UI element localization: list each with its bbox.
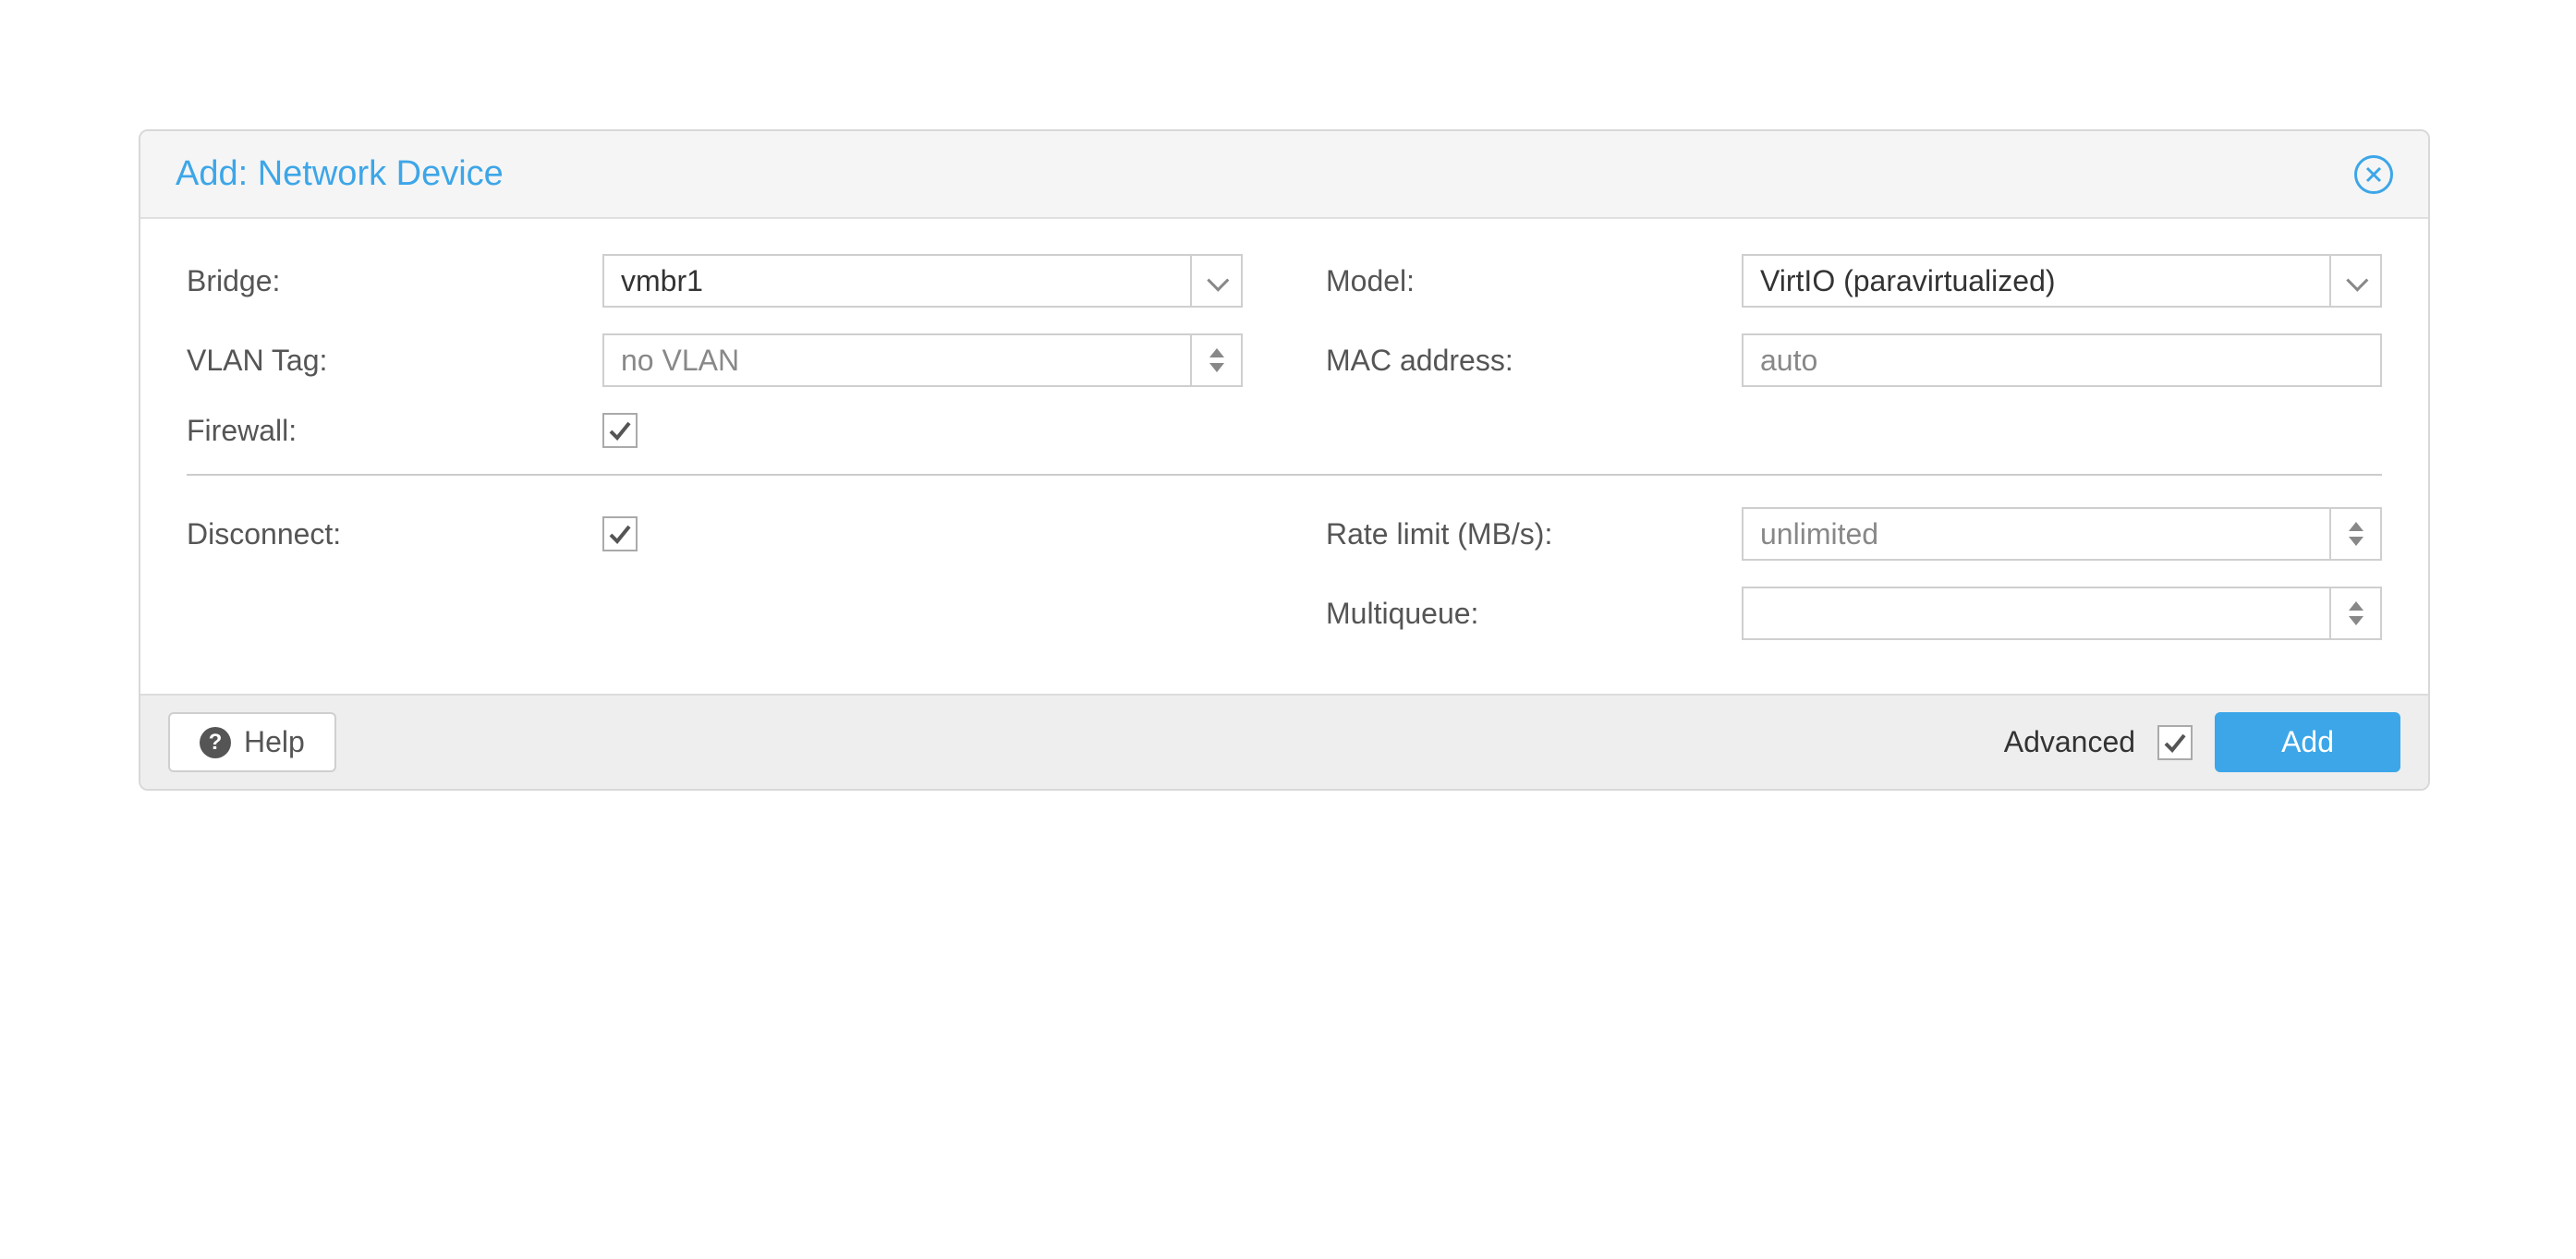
vlan-input[interactable] [621, 344, 1224, 378]
add-button[interactable]: Add [2215, 712, 2400, 772]
mac-label: MAC address: [1326, 344, 1742, 378]
dialog-body: Bridge: Model: [140, 219, 2428, 694]
chevron-down-icon [1208, 275, 1226, 286]
close-button[interactable] [2354, 155, 2393, 194]
multiqueue-spinner[interactable] [1742, 587, 2382, 640]
help-icon: ? [200, 727, 231, 758]
model-input[interactable] [1760, 264, 2363, 298]
dialog-header: Add: Network Device [140, 131, 2428, 219]
mac-input[interactable] [1760, 344, 2363, 378]
bridge-dropdown-trigger[interactable] [1190, 256, 1241, 306]
multiqueue-label: Multiqueue: [1326, 597, 1742, 631]
vlan-spinner[interactable] [602, 333, 1243, 387]
rate-label: Rate limit (MB/s): [1326, 517, 1742, 551]
add-network-device-dialog: Add: Network Device Bridge: [139, 129, 2430, 791]
spinner-arrows-icon [1209, 348, 1224, 372]
model-label: Model: [1326, 264, 1742, 298]
checkmark-icon [608, 522, 632, 546]
vlan-label: VLAN Tag: [187, 344, 602, 378]
dialog-footer: ? Help Advanced Add [140, 694, 2428, 789]
rate-input[interactable] [1760, 517, 2363, 551]
multiqueue-spinner-trigger[interactable] [2329, 588, 2380, 638]
mac-field[interactable] [1742, 333, 2382, 387]
chevron-down-icon [2347, 275, 2365, 286]
bridge-combobox[interactable] [602, 254, 1243, 308]
advanced-checkbox[interactable] [2157, 725, 2193, 760]
spinner-arrows-icon [2349, 522, 2363, 546]
checkmark-icon [608, 418, 632, 442]
help-button-label: Help [244, 725, 305, 759]
bridge-label: Bridge: [187, 264, 602, 298]
model-dropdown-trigger[interactable] [2329, 256, 2380, 306]
multiqueue-input[interactable] [1760, 597, 2363, 631]
close-icon [2364, 165, 2383, 184]
disconnect-label: Disconnect: [187, 517, 602, 551]
model-combobox[interactable] [1742, 254, 2382, 308]
rate-spinner[interactable] [1742, 507, 2382, 561]
rate-spinner-trigger[interactable] [2329, 509, 2380, 559]
help-button[interactable]: ? Help [168, 712, 336, 772]
spinner-arrows-icon [2349, 601, 2363, 625]
checkmark-icon [2163, 731, 2187, 755]
add-button-label: Add [2281, 725, 2334, 759]
bridge-input[interactable] [621, 264, 1224, 298]
disconnect-checkbox[interactable] [602, 516, 638, 551]
advanced-label: Advanced [2004, 725, 2135, 759]
firewall-label: Firewall: [187, 414, 602, 448]
separator [187, 474, 2382, 476]
vlan-spinner-trigger[interactable] [1190, 335, 1241, 385]
dialog-title: Add: Network Device [176, 154, 504, 194]
firewall-checkbox[interactable] [602, 413, 638, 448]
